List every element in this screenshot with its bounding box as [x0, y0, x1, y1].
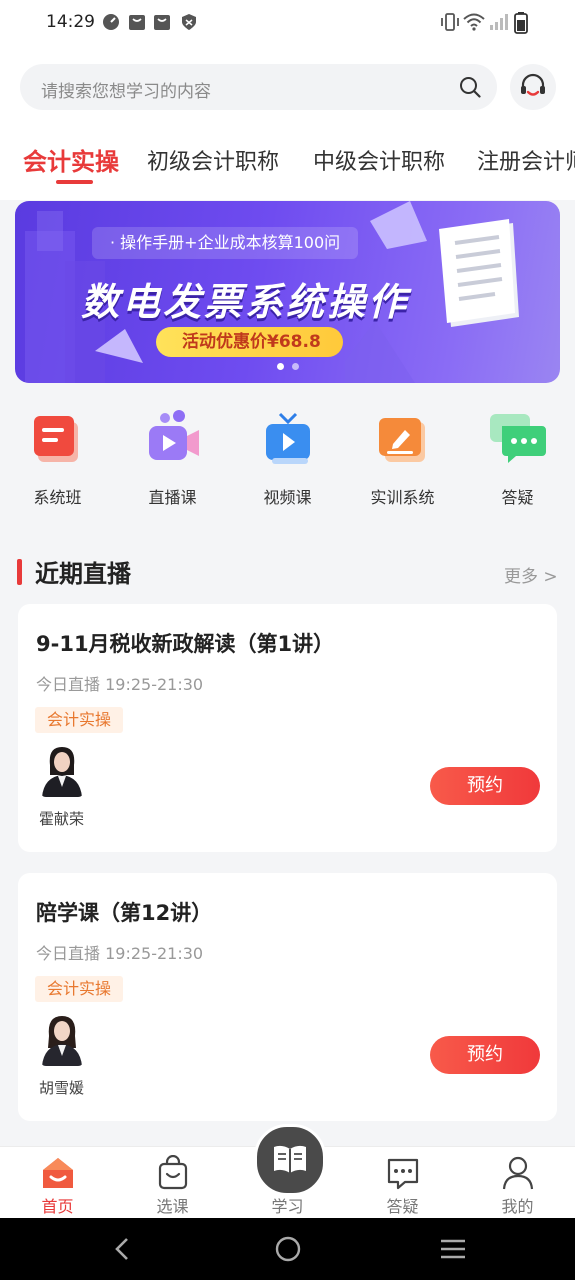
message-icon [387, 1158, 419, 1190]
video-camera-icon [149, 410, 199, 460]
shopping-bag-icon [158, 1155, 188, 1190]
teacher-portrait-icon [42, 747, 82, 797]
course-time: 今日直播 19:25-21:30 [36, 944, 204, 963]
tab-intermediate-accountant[interactable]: 中级会计职称 [313, 144, 445, 176]
course-title: 陪学课（第12讲） [36, 901, 213, 925]
tv-play-icon [266, 412, 310, 464]
search-input[interactable]: 请搜索您想学习的内容 [20, 64, 497, 110]
banner-pagination [277, 355, 307, 374]
reserve-button[interactable]: 预约 [430, 767, 540, 805]
category-tabs: 会计实操 初级会计职称 中级会计职称 注册会计师 [0, 138, 575, 190]
quick-menu-label: 答疑 [501, 488, 534, 507]
customer-service-button[interactable] [510, 64, 556, 110]
tabbar-label: 首页 [41, 1197, 74, 1216]
chat-icon [490, 414, 546, 463]
quick-menu: 系统班 直播课 视频课 实训系统 答疑 [0, 400, 575, 520]
tab-accounting-practice[interactable]: 会计实操 [23, 142, 119, 177]
course-title: 9-11月税收新政解读（第1讲） [36, 632, 335, 656]
tabbar-label: 学习 [271, 1197, 304, 1216]
tabbar-qa[interactable]: 答疑 [345, 1147, 460, 1219]
bag-notification-icon [129, 15, 145, 30]
active-tab-indicator [56, 180, 93, 184]
book-icon [34, 416, 78, 462]
back-icon[interactable] [110, 1236, 134, 1262]
course-tag: 会计实操 [35, 976, 124, 1002]
search-placeholder: 请搜索您想学习的内容 [41, 82, 211, 102]
speed-icon [103, 14, 119, 30]
status-time: 14:29 [46, 12, 95, 32]
tabbar-label: 答疑 [386, 1197, 419, 1216]
wifi-icon [463, 13, 485, 31]
more-link[interactable]: 更多 > [504, 562, 558, 587]
section-accent-bar [17, 559, 22, 585]
live-course-card[interactable]: 9-11月税收新政解读（第1讲） 今日直播 19:25-21:30 会计实操 霍… [18, 604, 557, 852]
section-title: 近期直播 [35, 560, 131, 588]
tabbar-me[interactable]: 我的 [460, 1147, 575, 1219]
tabbar-label: 我的 [501, 1197, 534, 1216]
vibrate-icon [441, 13, 459, 31]
banner-price-tag: 活动优惠价¥68.8 [156, 327, 343, 357]
signal-icon [490, 14, 508, 30]
promo-banner[interactable]: · 操作手册+企业成本核算100问 数电发票系统操作 活动优惠价¥68.8 [15, 201, 560, 383]
tabbar-label: 选课 [156, 1197, 189, 1216]
study-center-button[interactable] [254, 1124, 326, 1196]
home-circle-icon[interactable] [274, 1236, 302, 1262]
document-illustration [439, 219, 519, 327]
headset-icon [521, 73, 545, 96]
home-icon [43, 1158, 73, 1188]
reserve-button[interactable]: 预约 [430, 1036, 540, 1074]
banner-dot-2[interactable] [292, 363, 299, 370]
system-navigation-bar [0, 1218, 575, 1280]
tab-junior-accountant[interactable]: 初级会计职称 [147, 144, 279, 176]
tab-cpa[interactable]: 注册会计师 [477, 144, 575, 176]
quick-menu-label: 实训系统 [370, 488, 435, 507]
tabbar-courses[interactable]: 选课 [115, 1147, 230, 1219]
live-course-card[interactable]: 陪学课（第12讲） 今日直播 19:25-21:30 会计实操 胡雪媛 预约 [18, 873, 557, 1121]
teacher-avatar [40, 1012, 84, 1066]
edit-icon [379, 418, 425, 462]
quick-menu-label: 视频课 [263, 488, 312, 507]
teacher-name: 胡雪媛 [39, 1079, 85, 1097]
course-tag: 会计实操 [35, 707, 124, 733]
quick-menu-label: 系统班 [33, 488, 82, 507]
teacher-portrait-icon [42, 1016, 82, 1066]
banner-subtitle: · 操作手册+企业成本核算100问 [92, 227, 359, 259]
status-bar: 14:29 [0, 0, 575, 48]
user-icon [502, 1156, 534, 1190]
battery-icon [514, 12, 528, 34]
teacher-avatar [40, 743, 84, 797]
course-time: 今日直播 19:25-21:30 [36, 675, 204, 694]
bag-notification-icon-2 [154, 15, 170, 30]
banner-title: 数电发票系统操作 [81, 280, 410, 324]
menu-icon[interactable] [439, 1236, 467, 1262]
teacher-name: 霍献荣 [39, 810, 85, 828]
search-icon[interactable] [459, 76, 481, 98]
shield-icon [182, 14, 196, 30]
tabbar-home[interactable]: 首页 [0, 1147, 115, 1219]
quick-menu-label: 直播课 [148, 488, 197, 507]
open-book-icon [274, 1145, 306, 1173]
banner-dot-1[interactable] [277, 363, 284, 370]
